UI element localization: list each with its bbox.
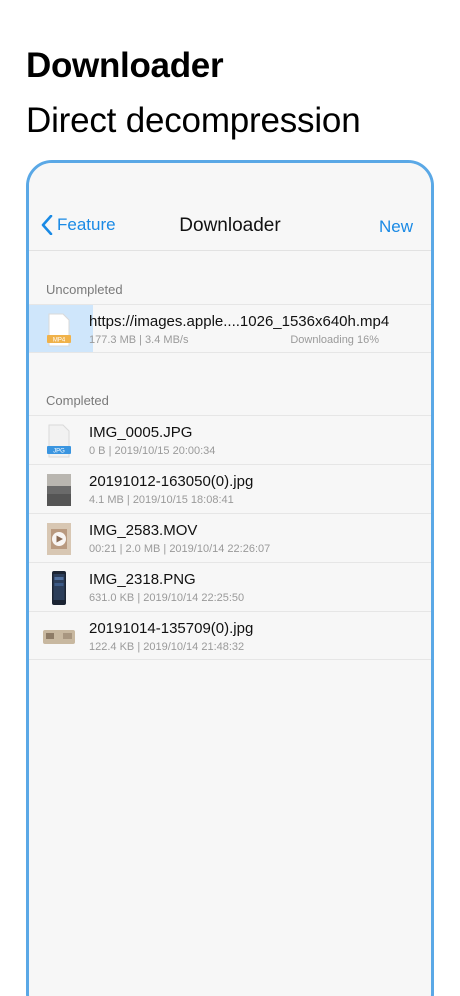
jpg-file-icon: JPG [47,424,71,458]
file-badge: MP4 [53,338,66,344]
new-button[interactable]: New [379,217,413,237]
section-header-uncompleted: Uncompleted [46,282,123,297]
promo-subtitle: Direct decompression [26,101,361,140]
device-frame: Feature Downloader New Uncompleted MP4 h… [26,160,434,996]
completed-list: JPG IMG_0005.JPG 0 B | 2019/10/15 20:00:… [29,415,431,660]
file-meta: 177.3 MB | 3.4 MB/s [89,334,189,346]
list-item[interactable]: IMG_2583.MOV 00:21 | 2.0 MB | 2019/10/14… [29,513,431,562]
file-name: IMG_2583.MOV [89,522,198,539]
list-item[interactable]: JPG IMG_0005.JPG 0 B | 2019/10/15 20:00:… [29,415,431,464]
file-meta: 631.0 KB | 2019/10/14 22:25:50 [89,592,245,604]
video-thumbnail [47,523,71,555]
photo-thumbnail [43,630,75,644]
nav-title: Downloader [179,215,281,236]
download-status: Downloading 16% [290,334,379,346]
file-badge: JPG [53,449,65,455]
file-meta: 00:21 | 2.0 MB | 2019/10/14 22:26:07 [89,543,271,555]
navigation-bar: Feature Downloader New [29,163,431,251]
file-meta: 122.4 KB | 2019/10/14 21:48:32 [89,641,245,653]
list-item[interactable]: 20191012-163050(0).jpg 4.1 MB | 2019/10/… [29,464,431,513]
file-name: IMG_0005.JPG [89,424,193,441]
file-meta: 4.1 MB | 2019/10/15 18:08:41 [89,494,234,506]
uncompleted-list: MP4 https://images.apple....1026_1536x64… [29,304,431,353]
photo-thumbnail [47,474,71,506]
list-item[interactable]: 20191014-135709(0).jpg 122.4 KB | 2019/1… [29,611,431,660]
mp4-file-icon: MP4 [47,313,71,347]
list-item[interactable]: MP4 https://images.apple....1026_1536x64… [29,304,431,353]
file-name: 20191012-163050(0).jpg [89,473,254,490]
promo-title: Downloader [26,46,224,85]
screenshot-thumbnail [52,571,66,605]
section-header-completed: Completed [46,393,109,408]
file-name: https://images.apple....1026_1536x640h.m… [89,313,390,330]
list-item[interactable]: IMG_2318.PNG 631.0 KB | 2019/10/14 22:25… [29,562,431,611]
file-meta: 0 B | 2019/10/15 20:00:34 [89,445,216,457]
file-name: IMG_2318.PNG [89,571,196,588]
file-name: 20191014-135709(0).jpg [89,620,254,637]
